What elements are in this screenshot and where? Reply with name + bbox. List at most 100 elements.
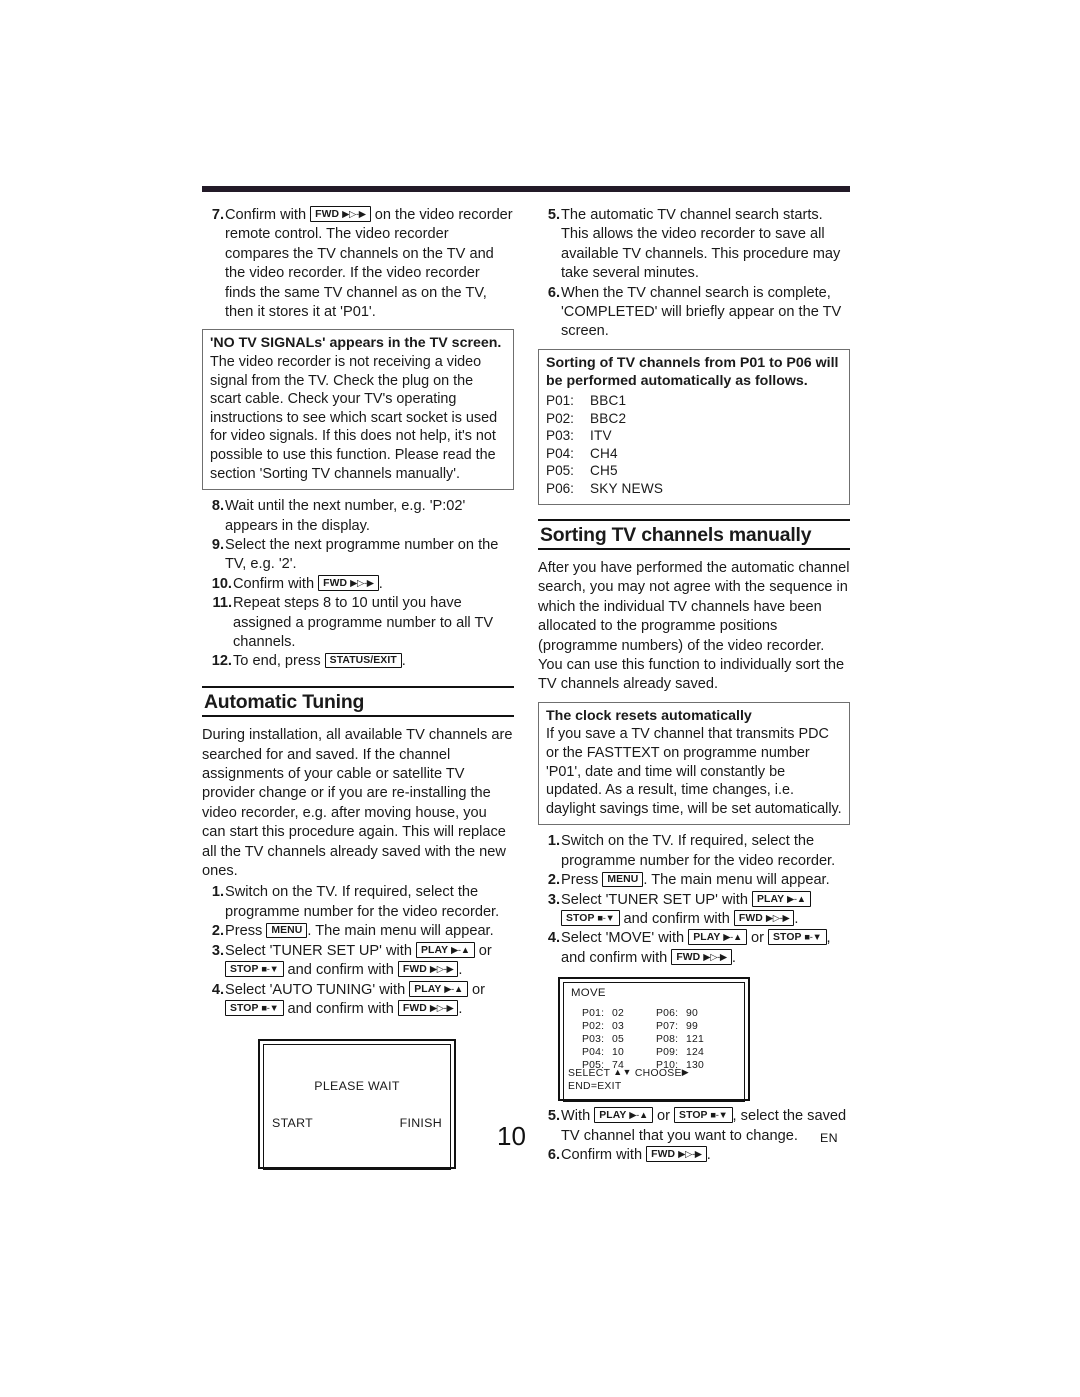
step-number: 10. [211, 575, 232, 592]
move-right-position: P09: [656, 1046, 679, 1058]
step-number: 5. [547, 207, 560, 223]
note-clock-resets: The clock resets automatically If you sa… [538, 701, 850, 826]
menu-key-button[interactable]: MENU [602, 872, 644, 888]
stop-key-button[interactable]: STOP ■-▼ [561, 910, 620, 926]
step-text-part: and confirm with [283, 1000, 398, 1017]
channel-position: P04: [546, 445, 574, 461]
channel-row: P05: CH5 [546, 462, 842, 480]
stop-key-label: STOP [566, 913, 595, 924]
play-key-button[interactable]: PLAY ▶-▲ [409, 980, 468, 997]
step-text-part: Confirm with [225, 207, 311, 223]
step-7: 7. Confirm with FWD ▶▷-▶ on the video re… [202, 206, 514, 322]
fwd-key-button[interactable]: FWD ▶▷-▶ [646, 1146, 707, 1163]
step-text: Switch on the TV. If required, select th… [225, 884, 500, 920]
move-left-position: P03: [582, 1034, 605, 1046]
fwd-key-label: FWD [315, 209, 340, 220]
note-title: Sorting of TV channels from P01 to P06 w… [546, 354, 839, 390]
channel-name: ITV [590, 428, 612, 444]
step-text-part: or [467, 981, 485, 998]
menu-key-label: MENU [271, 925, 303, 937]
step-text: Press MENU . The main menu will appear. [560, 871, 850, 890]
stop-key-button[interactable]: STOP ■-▼ [768, 929, 827, 946]
fwd-key-glyph: ▶▷-▶ [429, 1001, 454, 1013]
step-number: 11. [212, 595, 232, 612]
stop-key-button[interactable]: STOP ■-▼ [225, 961, 284, 978]
step-text-part: or [746, 930, 769, 947]
play-key-glyph: ▶-▲ [787, 892, 806, 904]
play-key-label: PLAY [757, 893, 784, 905]
step-text: With PLAY ▶-▲ or STOP ■-▼, select the sa… [560, 1107, 850, 1146]
osd-move-screen: MOVE P01: 02 P06: 90 P02: 03 P07: 99 P03… [558, 977, 750, 1103]
step-number: 5. [547, 1108, 560, 1125]
channel-name: SKY NEWS [590, 481, 664, 496]
play-key-button[interactable]: PLAY ▶-▲ [416, 941, 475, 958]
osd-move-row: P04: 10 P09: 124 [582, 1047, 738, 1060]
fwd-key-button[interactable]: FWD ▶▷-▶ [733, 910, 795, 926]
step-number: 3. [211, 942, 224, 959]
manual-step-3: 3. Select 'TUNER SET UP' with PLAY ▶-▲ S… [538, 890, 850, 930]
fwd-key-glyph: ▶▷-▶ [342, 208, 366, 219]
stop-key-button[interactable]: STOP ■-▼ [225, 999, 284, 1016]
step-text: The automatic TV channel search starts. … [561, 207, 841, 282]
channel-name: CH5 [590, 463, 618, 479]
stop-key-label: STOP [230, 964, 259, 976]
fwd-key-label: FWD [323, 577, 348, 589]
step-text: Confirm with FWD ▶▷-▶. [232, 574, 514, 594]
step-text-part: Select 'TUNER SET UP' with [561, 891, 753, 908]
manual-step-6: 6. Confirm with FWD ▶▷-▶. [538, 1146, 850, 1165]
play-key-label: PLAY [414, 983, 442, 995]
play-key-label: PLAY [693, 932, 721, 944]
fwd-key-button[interactable]: FWD ▶▷-▶ [310, 206, 371, 222]
step-text-part: Select 'AUTO TUNING' with [225, 981, 410, 998]
stop-key-glyph: ■-▼ [261, 1001, 279, 1013]
stop-key-label: STOP [773, 932, 802, 944]
fwd-key-button[interactable]: FWD ▶▷-▶ [671, 948, 732, 965]
play-key-button[interactable]: PLAY ▶-▲ [752, 890, 811, 907]
step-text-part: or [652, 1108, 675, 1125]
step-number: 1. [211, 884, 224, 901]
move-left-value: 02 [612, 1008, 624, 1020]
channel-row: P04: CH4 [546, 445, 842, 463]
page-content: 7. Confirm with FWD ▶▷-▶ on the video re… [202, 186, 850, 1171]
osd-select-label: SELECT [568, 1068, 611, 1080]
step-number: 2. [211, 923, 224, 940]
step-text: When the TV channel search is complete, … [561, 284, 842, 340]
right-arrow-icon: ▶ [681, 1067, 689, 1078]
channel-name: BBC1 [590, 393, 627, 409]
stop-key-glyph: ■-▼ [710, 1109, 728, 1121]
move-left-value: 10 [612, 1046, 624, 1058]
channel-name: BBC2 [590, 410, 627, 426]
osd-please-wait-label: PLEASE WAIT [314, 1079, 400, 1094]
step-text-part: . [706, 1147, 711, 1164]
auto-step-2: 2. Press MENU . The main menu will appear… [202, 922, 514, 941]
step-text: Press MENU . The main menu will appear. [224, 922, 514, 941]
menu-key-button[interactable]: MENU [266, 923, 308, 939]
move-left-position: P04: [582, 1046, 605, 1058]
step-8: 8. Wait until the next number, e.g. 'P:0… [202, 497, 514, 536]
step-number: 12. [211, 653, 232, 670]
note-text: The video recorder is not receiving a vi… [210, 354, 498, 482]
play-key-button[interactable]: PLAY ▶-▲ [688, 929, 747, 946]
fwd-key-button[interactable]: FWD ▶▷-▶ [397, 961, 459, 978]
manual-page: 7. Confirm with FWD ▶▷-▶ on the video re… [0, 0, 1080, 1397]
play-key-glyph: ▶-▲ [629, 1109, 648, 1121]
step-text-part: Confirm with [233, 575, 319, 592]
stop-key-button[interactable]: STOP ■-▼ [674, 1107, 733, 1124]
fwd-key-button[interactable]: FWD ▶▷-▶ [397, 999, 459, 1016]
note-text: If you save a TV channel that transmits … [546, 726, 842, 817]
status-exit-key-button[interactable]: STATUS/EXIT [324, 653, 402, 669]
step-text-part: . [378, 575, 383, 592]
osd-move-footer: SELECT ▲▼ CHOOSE▶ END=EXIT [568, 1066, 689, 1093]
step-text-part: Select 'MOVE' with [561, 930, 689, 947]
step-text: To end, press STATUS/EXIT. [232, 652, 514, 671]
fwd-key-label: FWD [676, 951, 701, 963]
step-text-part: With [561, 1108, 595, 1125]
step-text: Switch on the TV. If required, select th… [561, 833, 836, 869]
note-no-tv-signal: 'NO TV SIGNALs' appears in the TV screen… [202, 329, 514, 491]
fwd-key-button[interactable]: FWD ▶▷-▶ [318, 574, 379, 591]
play-key-glyph: ▶-▲ [451, 943, 470, 955]
play-key-label: PLAY [599, 1110, 627, 1122]
fwd-key-label: FWD [738, 913, 763, 924]
play-key-button[interactable]: PLAY ▶-▲ [594, 1107, 653, 1124]
channel-list: P01: BBC1 P02: BBC2 P03: ITV P04: CH4 P0… [546, 392, 842, 498]
